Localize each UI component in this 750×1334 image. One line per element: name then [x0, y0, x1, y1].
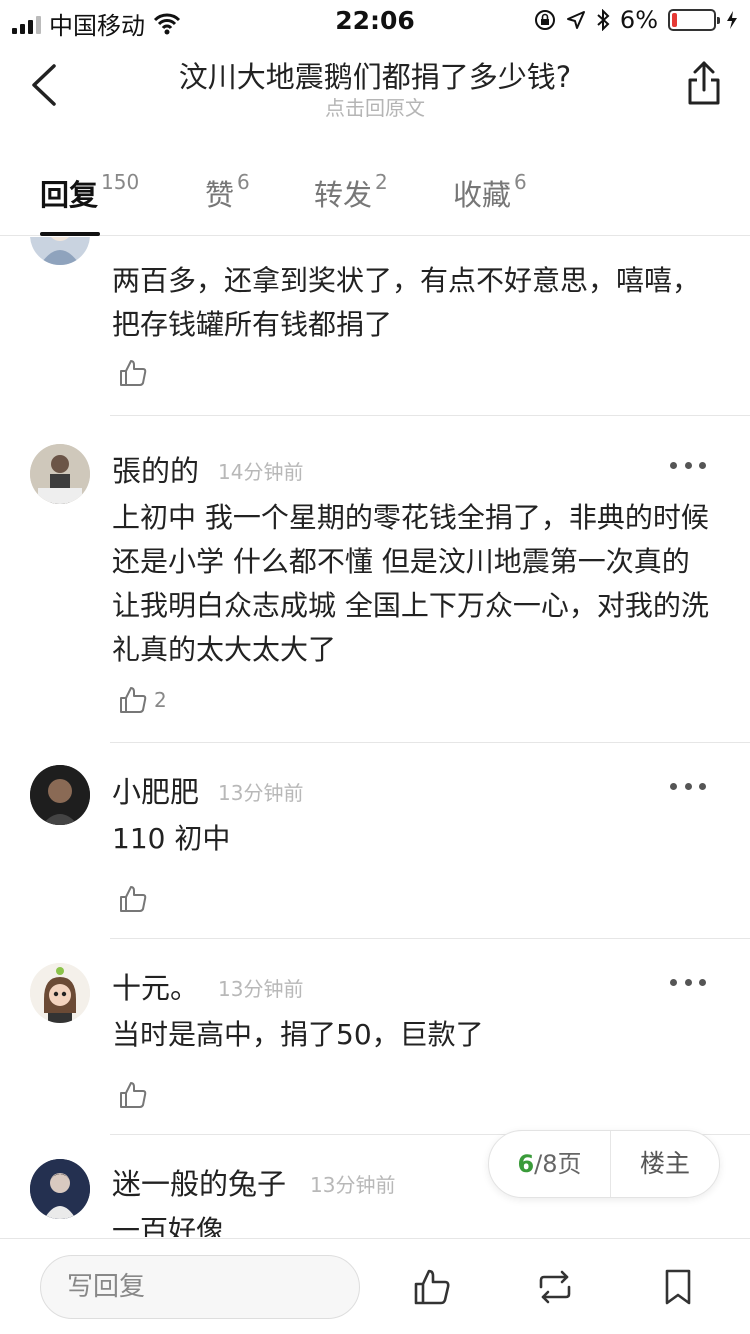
- tab-replies[interactable]: 回复 150: [40, 170, 140, 214]
- like-button[interactable]: 2: [118, 682, 167, 718]
- comment-item: 两百多，还拿到奖状了，有点不好意思，嘻嘻，把存钱罐所有钱都捐了: [0, 237, 750, 416]
- like-button[interactable]: [118, 1077, 148, 1113]
- battery-icon: [668, 9, 720, 31]
- comment-item: 小肥肥 13分钟前 110 初中: [0, 743, 750, 939]
- more-options-icon[interactable]: [670, 783, 706, 793]
- tab-count: 150: [101, 170, 140, 194]
- username[interactable]: 小肥肥: [112, 769, 199, 811]
- repost-icon[interactable]: [535, 1267, 575, 1307]
- current-page: 6: [517, 1150, 535, 1178]
- reply-input[interactable]: 写回复: [40, 1255, 360, 1319]
- tab-count: 2: [375, 170, 388, 194]
- like-count: 2: [154, 688, 167, 712]
- total-pages: /8页: [534, 1150, 582, 1178]
- comment-time: 13分钟前: [218, 977, 304, 1001]
- avatar[interactable]: [30, 444, 90, 504]
- rotation-lock-icon: [534, 10, 555, 30]
- comment-item: 十元。 13分钟前 当时是高中，捐了50，巨款了: [0, 939, 750, 1135]
- comment-list[interactable]: 两百多，还拿到奖状了，有点不好意思，嘻嘻，把存钱罐所有钱都捐了 張的的 14分钟…: [0, 237, 750, 1237]
- charging-icon: [727, 11, 737, 29]
- bottom-bar: 写回复: [0, 1238, 750, 1334]
- only-owner-button[interactable]: 楼主: [611, 1131, 719, 1197]
- page-title: 汶川大地震鹅们都捐了多少钱?: [178, 60, 572, 94]
- status-right: 6%: [534, 6, 738, 34]
- page-jumper: 6/8页 楼主: [488, 1130, 720, 1198]
- comment-item: 張的的 14分钟前 上初中 我一个星期的零花钱全捐了，非典的时候还是小学 什么都…: [0, 420, 750, 743]
- tab-label: 赞: [205, 178, 235, 212]
- share-icon[interactable]: [684, 60, 724, 106]
- thumbs-up-icon: [120, 360, 147, 386]
- bookmark-icon[interactable]: [658, 1267, 698, 1307]
- battery-percent: 6%: [619, 6, 658, 34]
- avatar[interactable]: [30, 1159, 90, 1219]
- tab-count: 6: [237, 170, 250, 194]
- thumbs-up-icon: [120, 1082, 147, 1108]
- nav-bar: 汶川大地震鹅们都捐了多少钱? 点击回原文: [0, 40, 750, 130]
- tab-label: 回复: [40, 178, 99, 212]
- avatar[interactable]: [30, 765, 90, 825]
- thumbs-up-icon: [120, 886, 147, 912]
- thumbs-up-icon: [120, 687, 147, 713]
- tab-bar: 回复 150 赞6 转发 2 收藏 6: [0, 150, 750, 236]
- comment-text: 上初中 我一个星期的零花钱全捐了，非典的时候还是小学 什么都不懂 但是汶川地震第…: [112, 501, 709, 666]
- status-bar: 中国移动 22:06 6%: [0, 0, 750, 40]
- comment-time: 13分钟前: [218, 781, 304, 805]
- username[interactable]: 迷一般的兔子: [112, 1161, 286, 1203]
- tab-reposts[interactable]: 转发 2: [314, 170, 388, 214]
- tab-label: 转发: [314, 178, 373, 212]
- comment-text: 一百好像: [112, 1214, 225, 1237]
- username[interactable]: 十元。: [112, 965, 199, 1007]
- avatar[interactable]: [30, 237, 90, 265]
- tab-label: 收藏: [453, 178, 512, 212]
- comment-text: 两百多，还拿到奖状了，有点不好意思，嘻嘻，把存钱罐所有钱都捐了: [112, 264, 701, 341]
- comment-text: 110 初中: [112, 822, 231, 855]
- comment-time: 13分钟前: [310, 1173, 396, 1197]
- location-icon: [566, 11, 585, 29]
- like-button[interactable]: [118, 355, 148, 391]
- comment-text: 当时是高中，捐了50，巨款了: [112, 1018, 484, 1051]
- avatar[interactable]: [30, 963, 90, 1023]
- tab-indicator: [40, 232, 100, 236]
- like-button[interactable]: [118, 881, 148, 917]
- tab-count: 6: [514, 170, 527, 194]
- back-to-original-link[interactable]: 点击回原文: [0, 92, 750, 121]
- thumbs-up-icon[interactable]: [412, 1267, 452, 1307]
- comment-time: 14分钟前: [218, 460, 304, 484]
- more-options-icon[interactable]: [670, 979, 706, 989]
- tab-favorites[interactable]: 收藏 6: [453, 170, 527, 214]
- page-indicator[interactable]: 6/8页: [489, 1131, 611, 1197]
- tab-likes[interactable]: 赞6: [205, 170, 250, 214]
- more-options-icon[interactable]: [670, 462, 706, 472]
- bluetooth-icon: [597, 9, 610, 31]
- username[interactable]: 張的的: [112, 448, 199, 490]
